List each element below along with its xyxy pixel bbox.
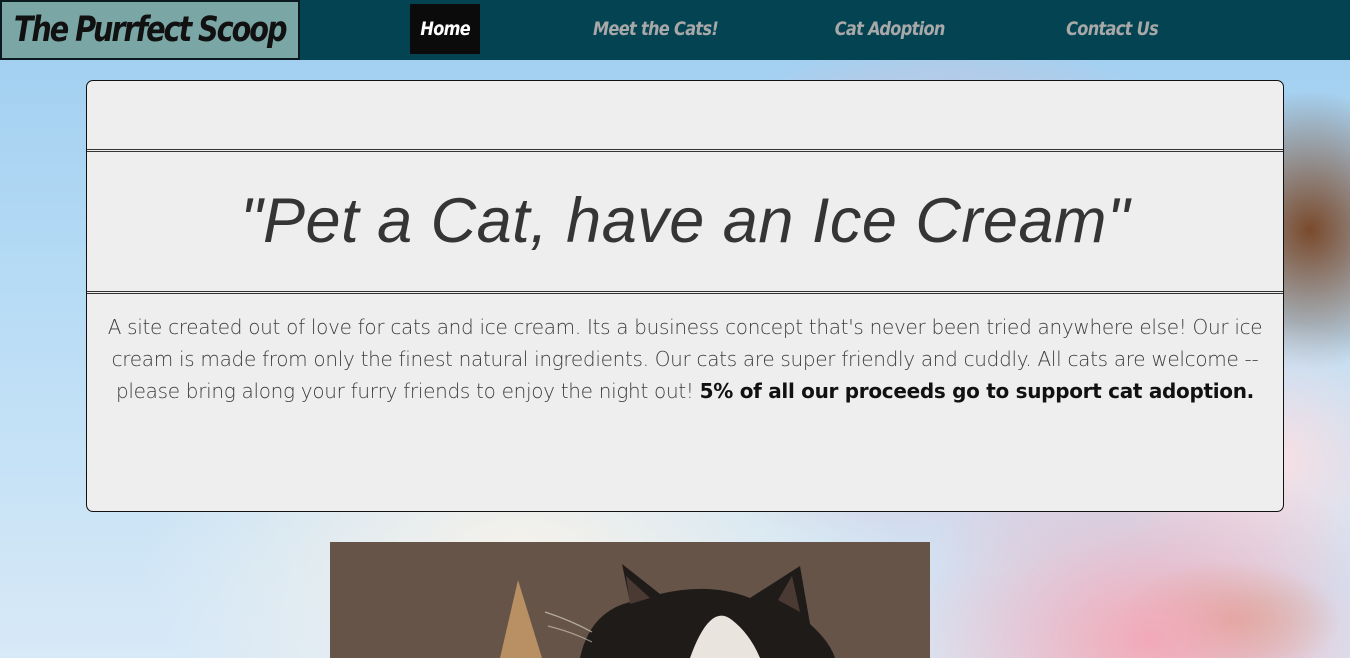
nav-meet-the-cats-link[interactable]: Meet the Cats! [580, 4, 732, 54]
nav-contact-us-link[interactable]: Contact Us [1050, 4, 1174, 54]
cat-photo [330, 542, 930, 658]
nav-home-label: Home [420, 18, 470, 40]
top-navbar: The Purrfect Scoop Home Meet the Cats! C… [0, 0, 1350, 60]
site-logo[interactable]: The Purrfect Scoop [0, 0, 300, 60]
top-divider [87, 149, 1283, 152]
nav-meet-the-cats-label: Meet the Cats! [593, 18, 719, 40]
nav-home-link[interactable]: Home [410, 4, 480, 54]
hero-card: "Pet a Cat, have an Ice Cream" A site cr… [86, 80, 1284, 512]
nav-cat-adoption-link[interactable]: Cat Adoption [820, 4, 960, 54]
hero-description-highlight: 5% of all our proceeds go to support cat… [699, 379, 1255, 403]
nav-cat-adoption-label: Cat Adoption [834, 18, 946, 40]
nav-contact-us-label: Contact Us [1066, 18, 1159, 40]
site-logo-text: The Purrfect Scoop [14, 10, 288, 50]
hero-description: A site created out of love for cats and … [105, 311, 1265, 407]
cat-illustration [330, 542, 930, 658]
bottom-divider [87, 291, 1283, 294]
hero-headline: "Pet a Cat, have an Ice Cream" [240, 186, 1130, 256]
